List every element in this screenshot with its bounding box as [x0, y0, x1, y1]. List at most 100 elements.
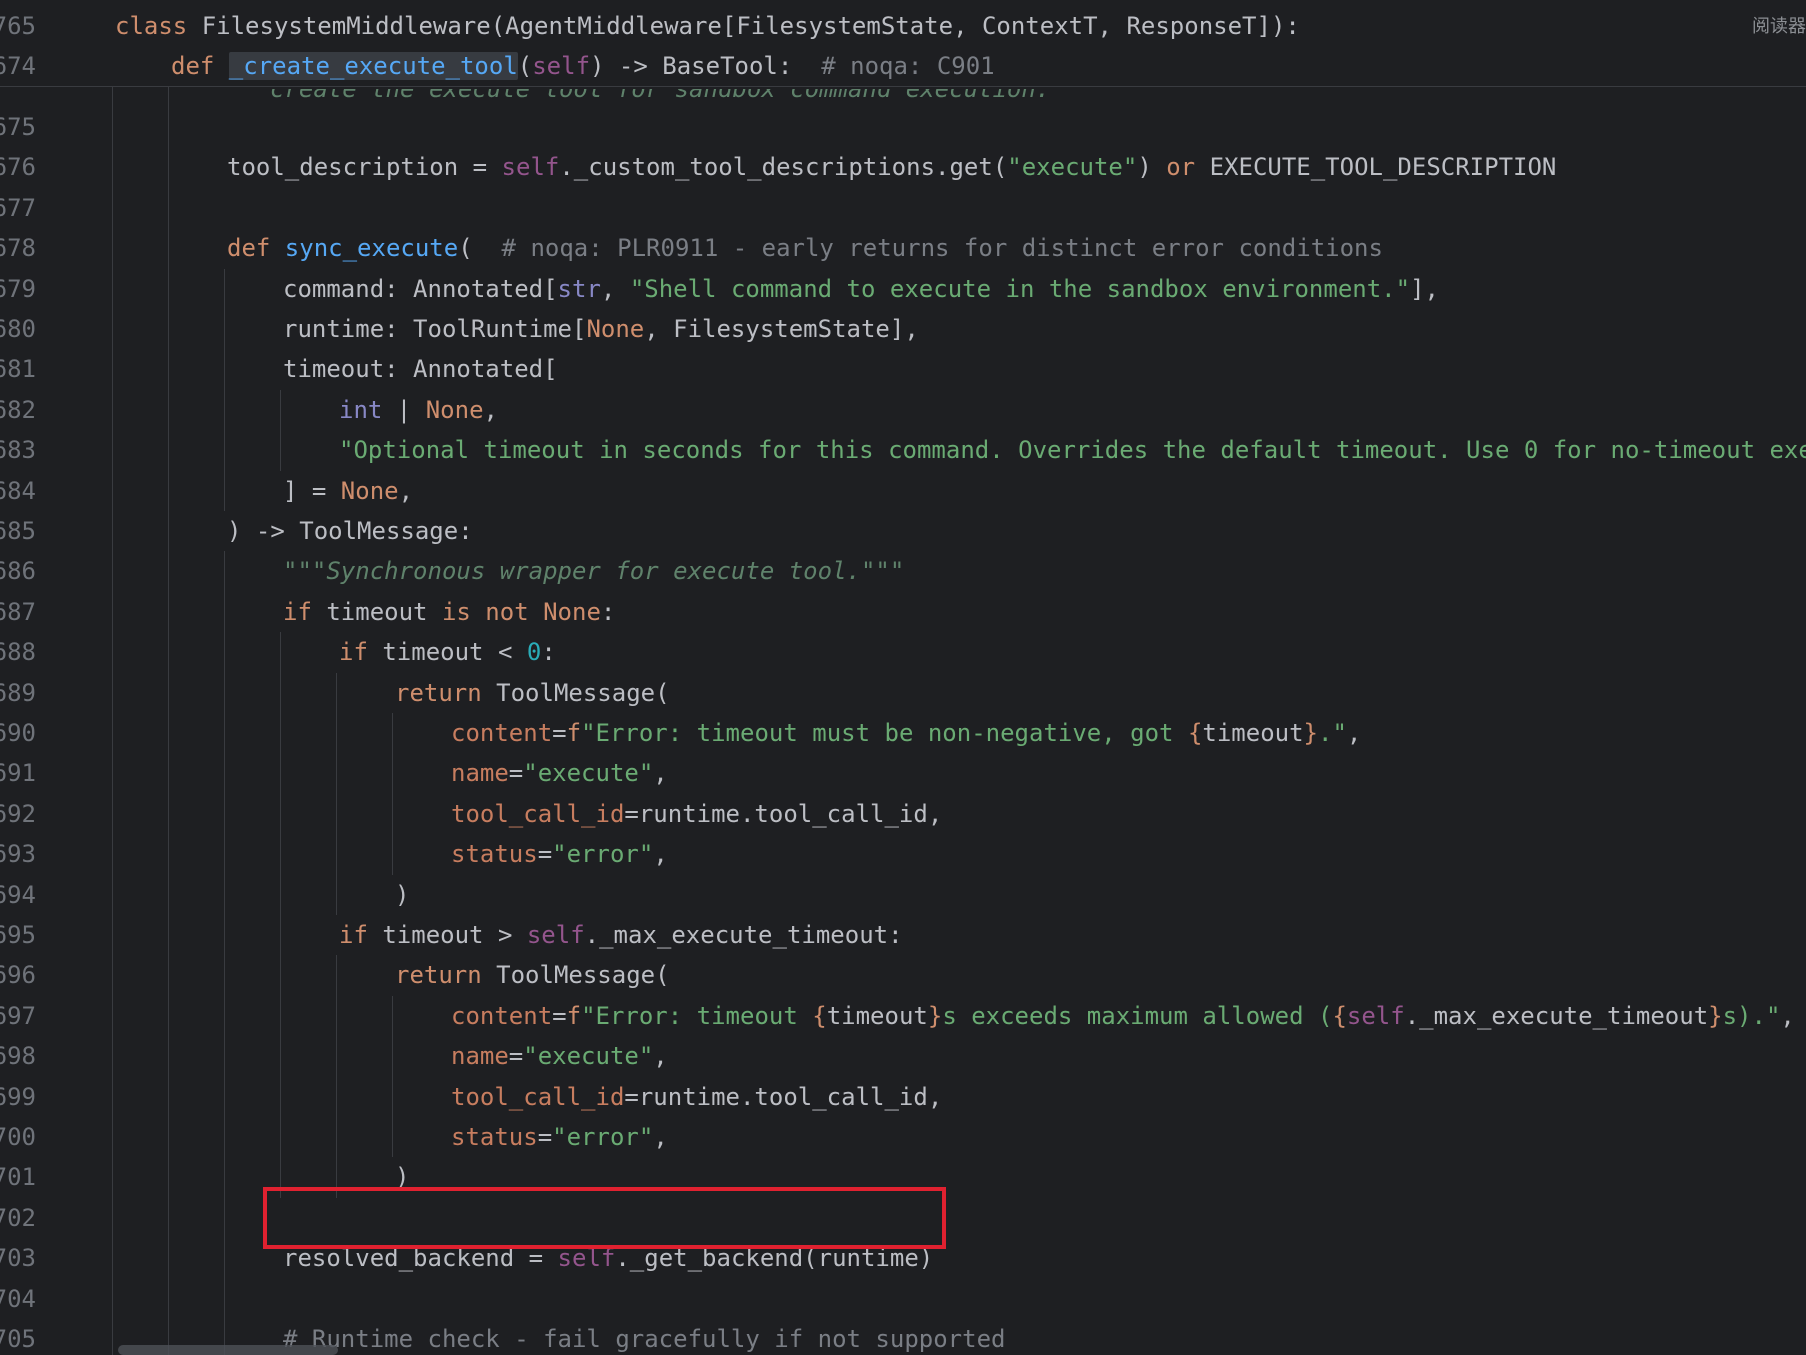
code-text[interactable]: if timeout > self._max_execute_timeout: [339, 915, 903, 955]
code-token: , FilesystemState], [644, 315, 919, 343]
code-text[interactable]: return ToolMessage( [395, 955, 670, 995]
code-token: ToolMessage( [496, 961, 670, 990]
code-text[interactable]: def sync_execute( # noqa: PLR0911 - earl… [227, 228, 1383, 268]
code-token: timeout: Annotated[ [283, 355, 558, 384]
code-token: status [451, 1123, 538, 1151]
line-number[interactable]: 682 [0, 390, 36, 430]
line-number[interactable]: 705 [0, 1319, 36, 1355]
code-text[interactable]: ) [395, 875, 409, 915]
code-text[interactable]: if timeout < 0: [339, 632, 556, 672]
code-token: self [1346, 1001, 1405, 1030]
code-text[interactable]: int | None, [339, 390, 498, 430]
line-number[interactable]: 698 [0, 1036, 36, 1076]
code-text[interactable]: tool_call_id=runtime.tool_call_id, [451, 794, 942, 834]
line-number[interactable]: 681 [0, 349, 36, 389]
indent-guide [280, 389, 281, 471]
line-number[interactable]: 688 [0, 632, 36, 672]
line-number[interactable]: 687 [0, 592, 36, 632]
horizontal-scrollbar-thumb[interactable] [118, 1345, 338, 1355]
code-text[interactable]: content=f"Error: timeout {timeout}s exce… [451, 996, 1795, 1036]
line-number[interactable]: 680 [0, 309, 36, 349]
code-token: f [566, 1001, 582, 1030]
code-token: , [398, 476, 414, 505]
code-token: ._custom_tool_descriptions.get( [559, 153, 1008, 182]
code-token: 0 [526, 638, 542, 667]
line-number[interactable]: 679 [0, 269, 36, 309]
indent-guide [280, 632, 281, 1198]
line-number[interactable]: 697 [0, 996, 36, 1036]
code-text[interactable]: name="execute", [451, 1036, 668, 1076]
code-token: is not None [441, 597, 601, 626]
code-token: None [340, 476, 399, 505]
code-token: | [382, 395, 426, 424]
code-text[interactable]: name="execute", [451, 753, 668, 793]
code-token: tool_description = [227, 153, 502, 182]
code-token: content [451, 719, 553, 747]
code-token: = [508, 759, 524, 788]
code-text[interactable]: tool_description = self._custom_tool_des… [227, 147, 1556, 187]
line-number[interactable]: 674 [0, 46, 36, 86]
line-number[interactable]: 686 [0, 551, 36, 591]
line-number[interactable]: 702 [0, 1198, 36, 1238]
code-text[interactable]: if timeout is not None: [283, 592, 615, 632]
line-number[interactable]: 685 [0, 511, 36, 551]
code-token: , [483, 395, 498, 424]
code-token: ) -> BaseTool: [590, 52, 822, 80]
code-text[interactable]: return ToolMessage( [395, 673, 670, 713]
code-token: = [537, 1123, 553, 1151]
code-text[interactable]: """Synchronous wrapper for execute tool.… [283, 551, 904, 591]
line-number[interactable]: 693 [0, 834, 36, 874]
code-token: ], [1410, 274, 1439, 303]
line-number[interactable]: 700 [0, 1117, 36, 1157]
code-text[interactable]: def _create_execute_tool(self) -> BaseTo… [171, 46, 995, 86]
indent-guide [392, 995, 393, 1158]
code-editor[interactable]: 675676tool_description = self._custom_to… [0, 0, 1806, 1355]
code-token: ) [395, 880, 410, 909]
code-text[interactable]: tool_call_id=runtime.tool_call_id, [451, 1077, 942, 1117]
code-token: "execute" [523, 1042, 654, 1071]
line-number[interactable]: 694 [0, 875, 36, 915]
line-number[interactable]: 704 [0, 1279, 36, 1319]
line-number[interactable]: 703 [0, 1238, 36, 1278]
code-token: None [586, 315, 645, 343]
line-number[interactable]: 690 [0, 713, 36, 753]
code-text[interactable]: "Optional timeout in seconds for this co… [339, 430, 1806, 470]
line-number[interactable]: 677 [0, 188, 36, 228]
line-number[interactable]: 678 [0, 228, 36, 268]
code-text[interactable]: ) -> ToolMessage: [227, 511, 473, 551]
code-text[interactable]: content=f"Error: timeout must be non-neg… [451, 713, 1361, 753]
code-token: command: Annotated[ [283, 274, 558, 303]
code-token: timeout [1202, 719, 1304, 747]
code-text[interactable]: status="error", [451, 1117, 668, 1157]
line-number[interactable]: 696 [0, 955, 36, 995]
code-token: ] = [283, 476, 341, 505]
code-text[interactable]: timeout: Annotated[ [283, 349, 558, 389]
code-text[interactable]: runtime: ToolRuntime[None, FilesystemSta… [283, 309, 919, 349]
code-text[interactable]: status="error", [451, 834, 668, 874]
code-token: , [1780, 1001, 1795, 1030]
line-number[interactable]: 683 [0, 430, 36, 470]
code-token: =runtime.tool_call_id, [624, 1082, 943, 1111]
code-text[interactable]: class FilesystemMiddleware(AgentMiddlewa… [115, 6, 1300, 46]
line-number[interactable]: 701 [0, 1157, 36, 1197]
code-token: timeout [826, 1001, 928, 1030]
sticky-scroll-header[interactable]: 765 class FilesystemMiddleware(AgentMiddl… [0, 0, 1806, 87]
line-number[interactable]: 689 [0, 673, 36, 713]
code-text[interactable]: # Runtime check - fail gracefully if not… [283, 1319, 1005, 1355]
line-number[interactable]: 676 [0, 147, 36, 187]
reader-mode-button[interactable]: 阅读器 [1752, 12, 1806, 38]
code-text[interactable]: command: Annotated[str, "Shell command t… [283, 269, 1439, 309]
code-token: : [600, 597, 616, 626]
line-number[interactable]: 699 [0, 1077, 36, 1117]
line-number[interactable]: 675 [0, 107, 36, 147]
code-token: "Error: timeout [581, 1001, 813, 1030]
code-token: if [339, 921, 383, 949]
code-token: timeout > [382, 921, 527, 949]
line-number[interactable]: 692 [0, 794, 36, 834]
line-number[interactable]: 765 [0, 6, 36, 46]
code-text[interactable]: ] = None, [283, 471, 413, 511]
line-number[interactable]: 691 [0, 753, 36, 793]
line-number[interactable]: 695 [0, 915, 36, 955]
code-token: return [395, 961, 497, 990]
line-number[interactable]: 684 [0, 471, 36, 511]
